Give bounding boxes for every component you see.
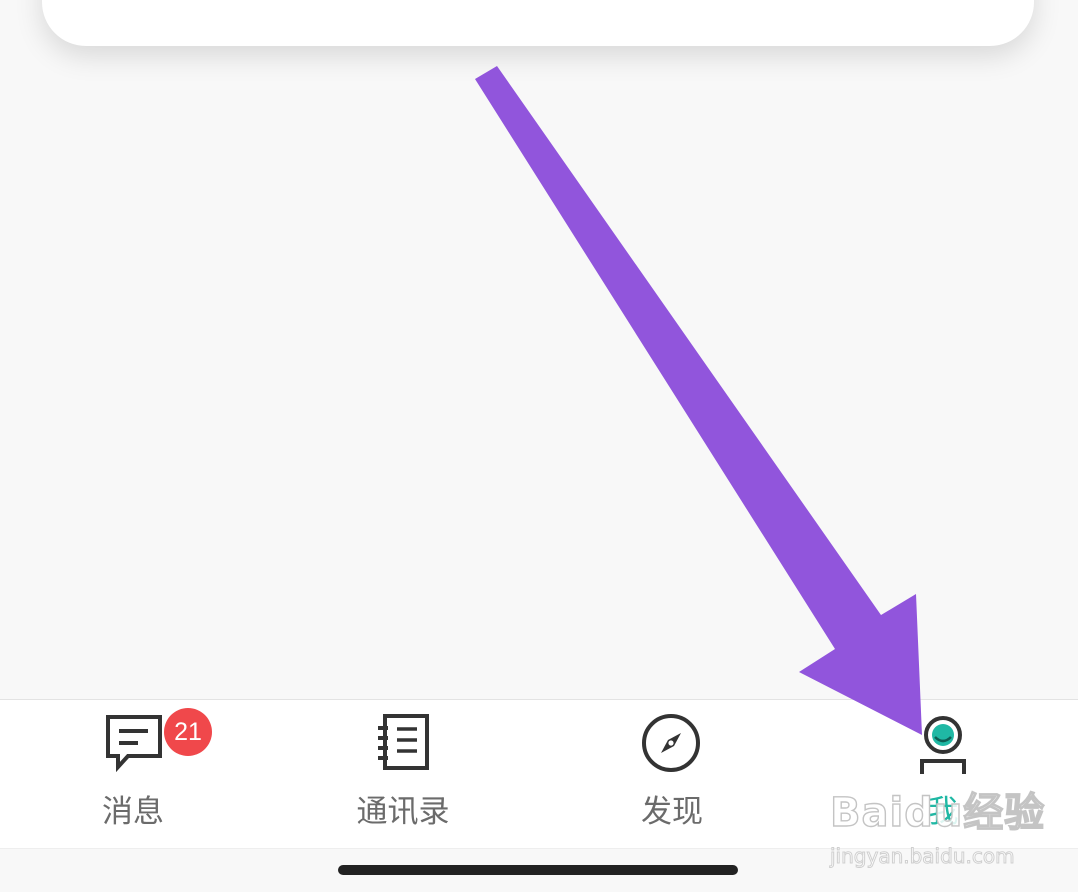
bottom-tab-bar: 消息 通讯录 发现 我 21 xyxy=(0,699,1078,849)
tab-discover[interactable]: 发现 xyxy=(578,700,768,848)
message-icon xyxy=(106,715,162,772)
app-screen: 消息 通讯录 发现 我 21 Baidu经验 jingyan.baidu.com xyxy=(0,0,1078,892)
tab-label-me: 我 xyxy=(927,794,959,830)
tab-label-messages: 消息 xyxy=(102,794,164,830)
tab-label-contacts: 通讯录 xyxy=(356,794,450,830)
unread-badge: 21 xyxy=(164,708,212,756)
profile-icon xyxy=(920,716,966,774)
tab-label-discover: 发现 xyxy=(641,794,703,830)
compass-icon xyxy=(642,714,700,772)
top-card xyxy=(42,0,1034,46)
contacts-book-icon xyxy=(378,714,429,770)
home-indicator[interactable] xyxy=(338,865,738,875)
tab-contacts[interactable]: 通讯录 xyxy=(310,700,500,848)
tab-me[interactable]: 我 xyxy=(848,700,1038,848)
